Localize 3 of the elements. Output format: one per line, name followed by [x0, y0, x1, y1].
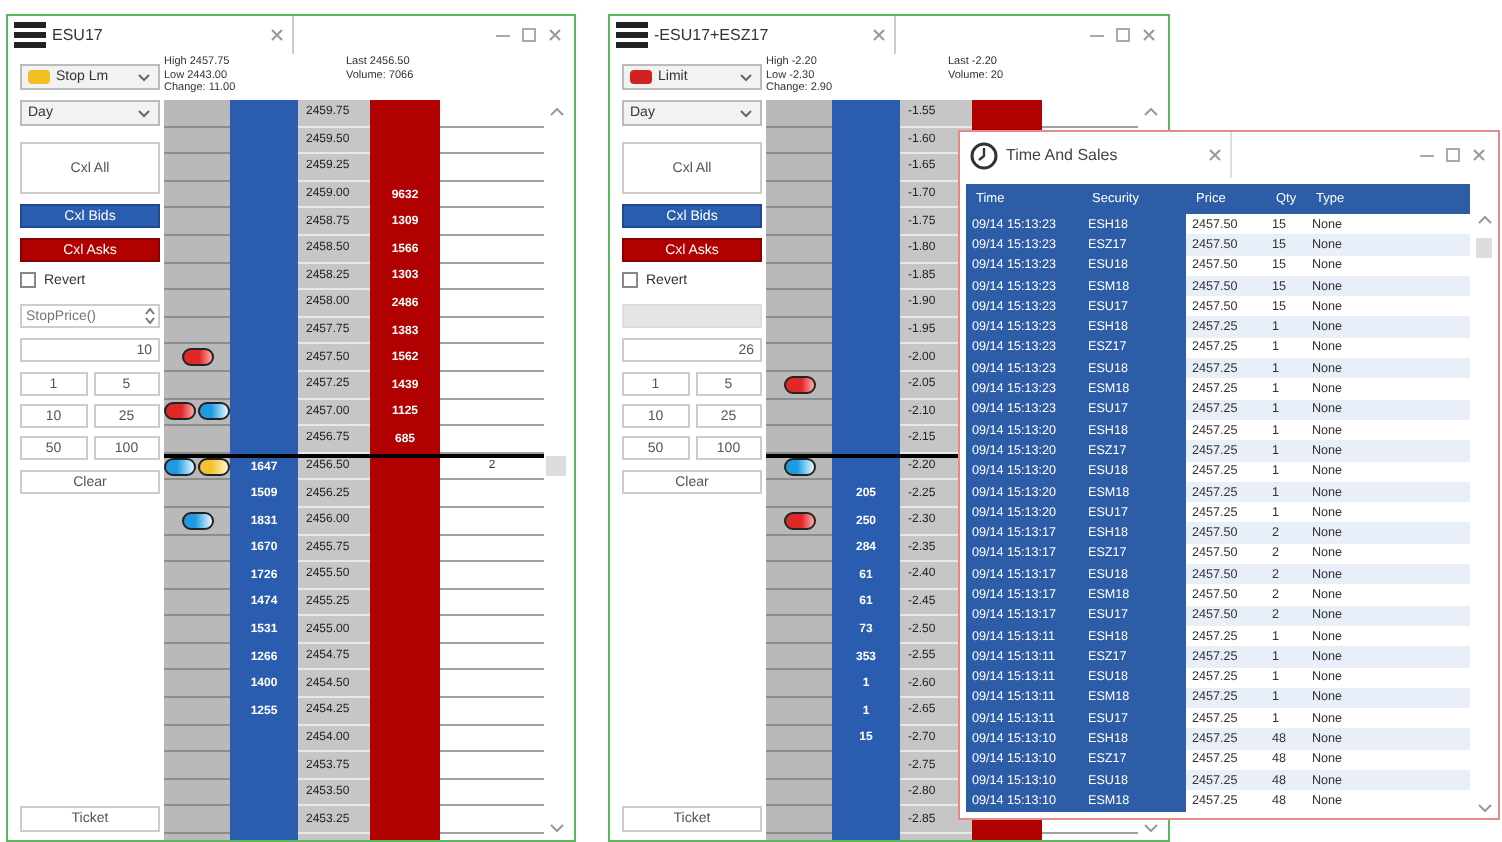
window-title: Time And Sales — [1006, 146, 1118, 164]
window-title: ESU17 — [52, 26, 103, 44]
window-title: -ESU17+ESZ17 — [654, 26, 769, 44]
